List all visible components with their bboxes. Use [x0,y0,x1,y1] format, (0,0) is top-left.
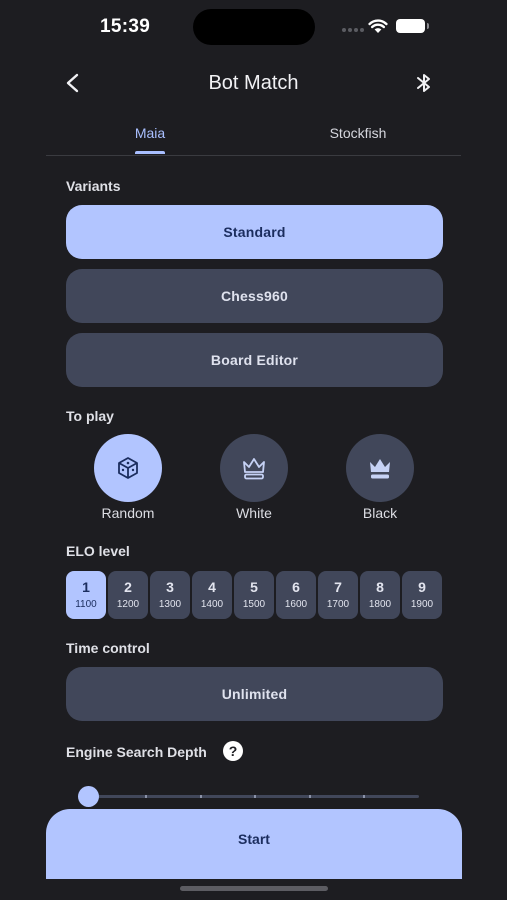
side-random-button[interactable] [94,434,162,502]
dynamic-island [193,9,315,45]
side-white-button[interactable] [220,434,288,502]
elo-level-number: 1 [82,579,90,595]
bluetooth-icon[interactable] [414,71,434,95]
slider-tick [309,795,311,798]
elo-level-rating: 1600 [284,599,308,610]
elo-level-7-button[interactable]: 7 1700 [318,571,358,619]
time-control-button[interactable]: Unlimited [66,667,443,721]
cellular-signal-icon [342,28,364,32]
elo-level-rating: 1200 [116,599,140,610]
wifi-icon [368,19,388,33]
elo-label: ELO level [66,543,130,559]
help-icon[interactable]: ? [223,741,243,761]
battery-icon [396,19,429,33]
dice-icon [118,457,138,479]
status-time: 15:39 [100,16,151,37]
tab-indicator [135,151,165,154]
variant-standard-button[interactable]: Standard [66,205,443,259]
to-play-label: To play [66,408,114,424]
black-king-icon [370,459,390,479]
white-king-icon [243,458,265,480]
elo-level-number: 2 [124,579,132,595]
side-black-label: Black [362,505,398,521]
elo-level-rating: 1400 [200,599,224,610]
tab-stockfish[interactable]: Stockfish [318,125,398,141]
time-control-label: Time control [66,640,150,656]
elo-level-4-button[interactable]: 4 1400 [192,571,232,619]
elo-level-6-button[interactable]: 6 1600 [276,571,316,619]
slider-tick [363,795,365,798]
side-black-button[interactable] [346,434,414,502]
slider-tick [145,795,147,798]
elo-level-number: 4 [208,579,216,595]
elo-level-rating: 1900 [410,599,434,610]
elo-level-number: 9 [418,579,426,595]
elo-level-9-button[interactable]: 9 1900 [402,571,442,619]
tab-maia[interactable]: Maia [120,125,180,141]
slider-tick [200,795,202,798]
elo-level-rating: 1700 [326,599,350,610]
side-random-label: Random [101,505,155,521]
side-white-label: White [236,505,272,521]
elo-level-5-button[interactable]: 5 1500 [234,571,274,619]
elo-level-1-button[interactable]: 1 1100 [66,571,106,619]
elo-level-2-button[interactable]: 2 1200 [108,571,148,619]
elo-level-number: 8 [376,579,384,595]
elo-level-number: 7 [334,579,342,595]
start-button[interactable]: Start [46,809,462,879]
elo-level-rating: 1300 [158,599,182,610]
elo-level-rating: 1800 [368,599,392,610]
elo-level-number: 3 [166,579,174,595]
elo-level-3-button[interactable]: 3 1300 [150,571,190,619]
variants-label: Variants [66,178,121,194]
variant-chess960-button[interactable]: Chess960 [66,269,443,323]
search-depth-slider-thumb[interactable] [78,786,99,807]
home-indicator [180,886,328,891]
elo-level-rating: 1500 [242,599,266,610]
elo-level-rating: 1100 [75,599,97,610]
search-depth-label: Engine Search Depth [66,744,207,760]
elo-level-number: 6 [292,579,300,595]
tab-divider [46,155,461,156]
elo-level-number: 5 [250,579,258,595]
variant-board-editor-button[interactable]: Board Editor [66,333,443,387]
elo-level-8-button[interactable]: 8 1800 [360,571,400,619]
slider-tick [254,795,256,798]
